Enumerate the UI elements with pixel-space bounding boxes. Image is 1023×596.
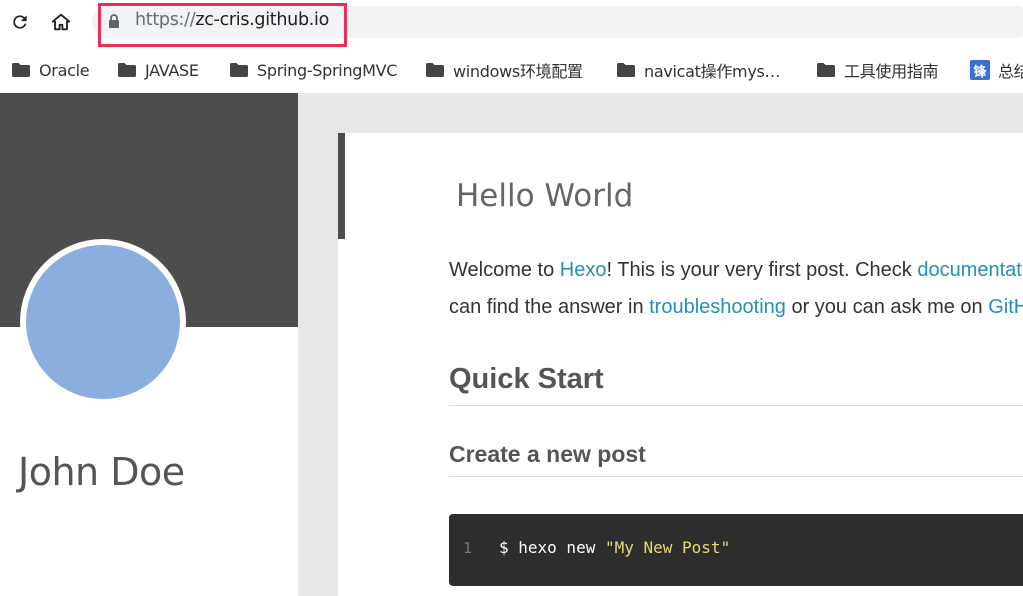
code-command: $ hexo new — [499, 538, 605, 557]
folder-icon — [118, 63, 136, 77]
folder-icon — [817, 63, 835, 77]
code-string: "My New Post" — [604, 538, 731, 557]
author-name: John Doe — [18, 450, 185, 494]
hexo-link[interactable]: Hexo — [560, 259, 607, 281]
code-line: $ hexo new "My New Post" — [499, 538, 730, 557]
code-line-number: 1 — [463, 539, 473, 557]
bookmark-label: windows环境配置 — [453, 62, 583, 81]
browser-toolbar: https://zc-cris.github.io — [0, 0, 1023, 47]
heading-divider — [449, 476, 1023, 477]
bookmark-label: 工具使用指南 — [844, 62, 939, 81]
feng-icon: 锋 — [970, 60, 990, 80]
article-accent-bar — [338, 133, 345, 239]
bookmarks-bar: Oracle JAVASE Spring-SpringMVC windows环境… — [0, 52, 1023, 88]
troubleshooting-link[interactable]: troubleshooting — [649, 296, 786, 318]
home-icon[interactable] — [49, 10, 73, 34]
avatar[interactable] — [20, 239, 186, 405]
bookmark-oracle[interactable]: Oracle — [12, 59, 90, 81]
text-span: or you can ask me on — [785, 296, 989, 318]
post-title[interactable]: Hello World — [456, 178, 633, 214]
bookmark-navicat[interactable]: navicat操作mys… — [617, 59, 781, 81]
bookmark-spring-springmvc[interactable]: Spring-SpringMVC — [230, 59, 397, 81]
reload-icon[interactable] — [8, 10, 32, 34]
page-viewport: John Doe Hello World Welcome to Hexo! Th… — [0, 93, 1023, 596]
heading-divider — [449, 405, 1023, 406]
bookmark-tools-guide[interactable]: 工具使用指南 — [817, 59, 939, 81]
article-card: Hello World Welcome to Hexo! This is you… — [338, 133, 1023, 596]
bookmark-label: Spring-SpringMVC — [257, 60, 398, 80]
folder-icon — [12, 63, 30, 77]
github-link[interactable]: GitHub — [988, 296, 1023, 318]
heading-quick-start: Quick Start — [449, 363, 604, 395]
bookmark-label: 总结 — [998, 62, 1023, 81]
intro-paragraph-line-1: Welcome to Hexo! This is your very first… — [449, 259, 1023, 282]
text-span: Welcome to — [449, 259, 560, 281]
bookmark-javase[interactable]: JAVASE — [118, 59, 199, 81]
heading-create-post: Create a new post — [449, 441, 646, 467]
bookmark-windows-config[interactable]: windows环境配置 — [426, 59, 583, 81]
bookmark-label: Oracle — [39, 60, 90, 80]
folder-icon — [617, 63, 635, 77]
intro-paragraph-line-2: can find the answer in troubleshooting o… — [449, 296, 1023, 319]
text-span: can find the answer in — [449, 296, 650, 318]
folder-icon — [426, 63, 444, 77]
profile-sidebar: John Doe — [0, 93, 298, 596]
bookmark-label: JAVASE — [145, 60, 199, 80]
folder-icon — [230, 63, 248, 77]
text-span: ! This is your very first post. Check — [606, 259, 918, 281]
url-highlight-box — [98, 3, 347, 47]
documentation-link[interactable]: documentation — [917, 259, 1023, 281]
bookmark-label: navicat操作mys… — [644, 62, 781, 81]
code-block: 1 $ hexo new "My New Post" — [449, 514, 1023, 586]
bookmark-summary[interactable]: 锋 总结 — [970, 59, 1023, 81]
